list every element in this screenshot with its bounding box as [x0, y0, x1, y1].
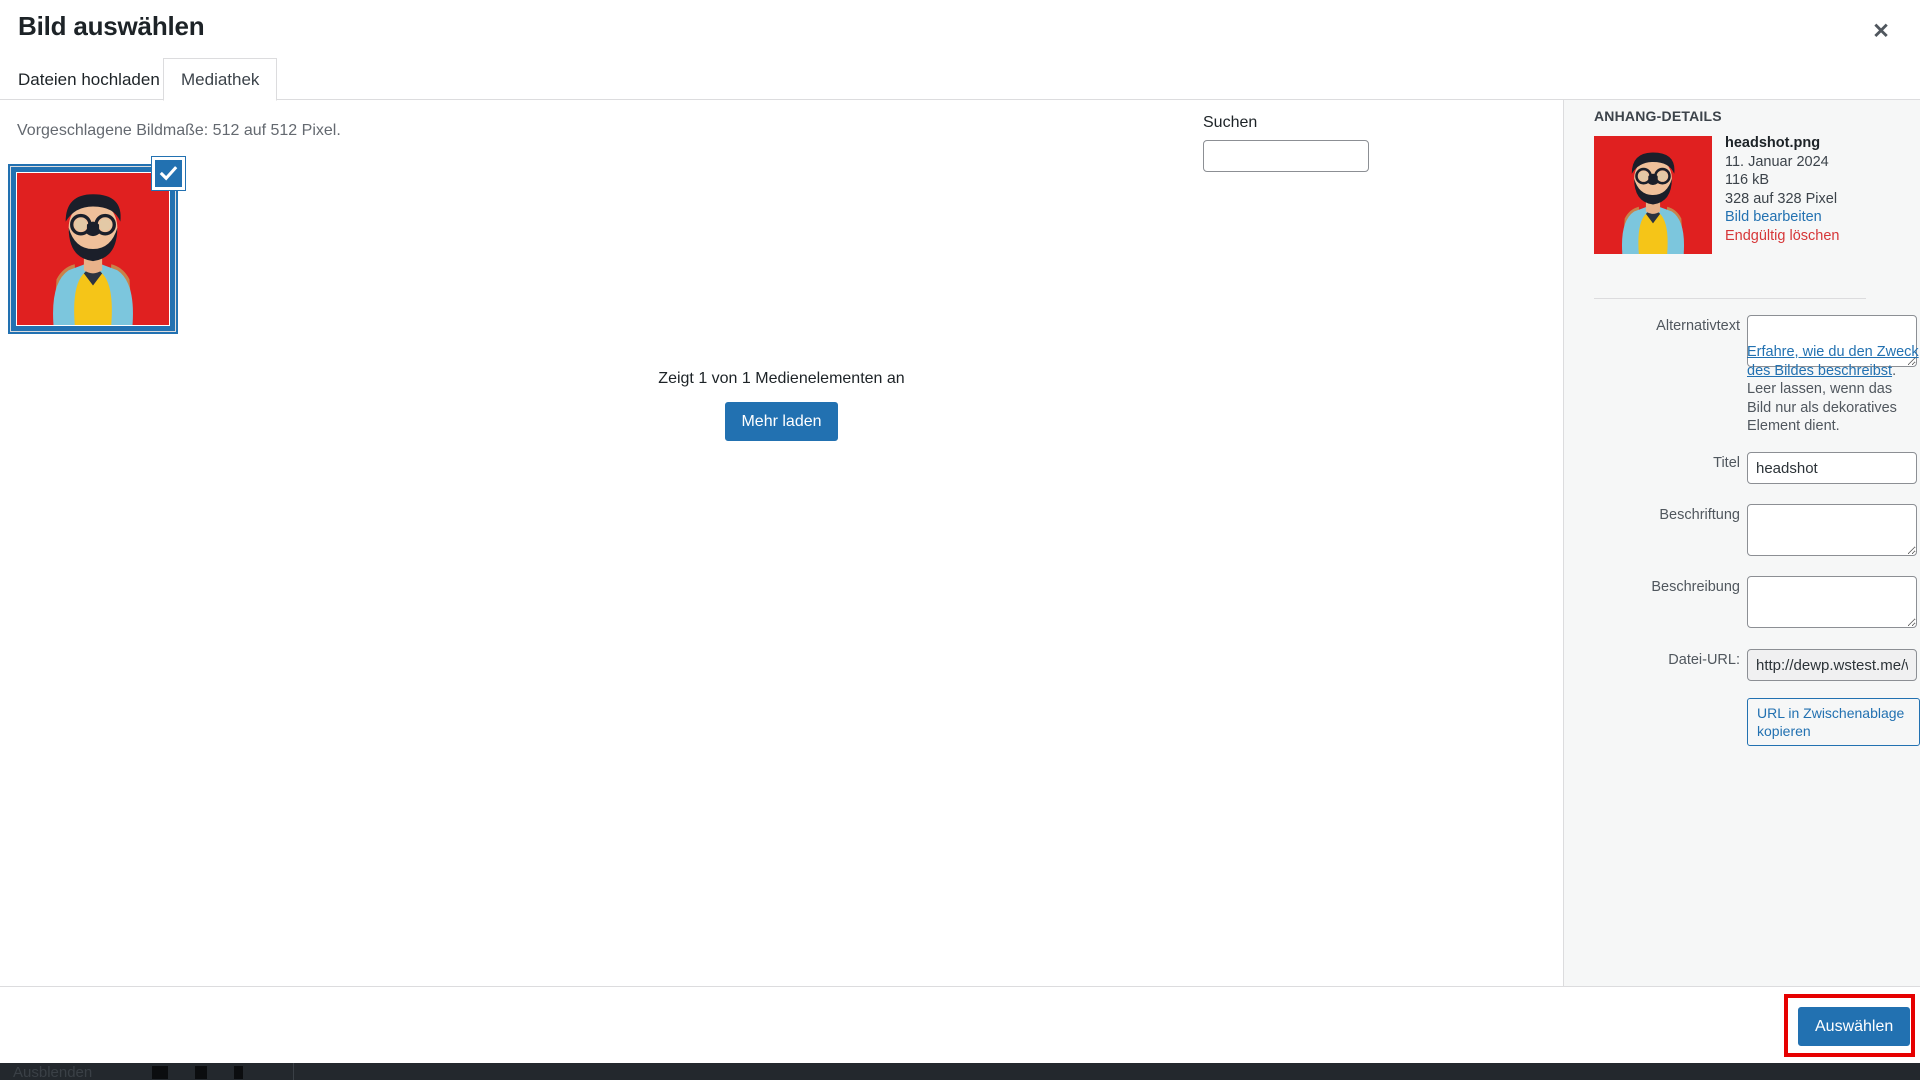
attachment-filesize: 116 kB [1725, 172, 1770, 189]
tab-media-library[interactable]: Mediathek [163, 58, 278, 101]
file-url-label: Datei-URL: [1668, 652, 1740, 668]
caption-input[interactable] [1747, 504, 1917, 556]
title-input[interactable] [1747, 452, 1917, 484]
attachment-metadata: headshot.png 11. Januar 2024 116 kB 328 … [1725, 134, 1900, 246]
alt-text-label: Alternativtext [1656, 318, 1740, 334]
tablet-icon[interactable] [195, 1066, 207, 1079]
modal-tabs: Dateien hochladen Mediathek [0, 58, 1920, 101]
attachment-detail-thumbnail [1594, 136, 1712, 254]
media-count-text: Zeigt 1 von 1 Medienelementen an [658, 370, 905, 387]
load-more-button[interactable]: Mehr laden [725, 402, 838, 442]
mobile-icon[interactable] [234, 1066, 243, 1079]
attachment-thumbnail [17, 173, 169, 325]
search-label: Suchen [1203, 114, 1258, 131]
edit-image-link[interactable]: Bild bearbeiten [1725, 208, 1900, 227]
attachment-info: headshot.png 11. Januar 2024 116 kB 328 … [1594, 135, 1894, 286]
attachment-dimensions: 328 auf 328 Pixel [1725, 190, 1838, 207]
sidebar-divider [1594, 298, 1866, 299]
title-label: Titel [1713, 455, 1740, 471]
desktop-icon[interactable] [152, 1066, 168, 1079]
select-image-modal: Bild auswählen ✕ Dateien hochladen Media… [0, 0, 1920, 1063]
caption-label: Beschriftung [1659, 507, 1740, 523]
select-button[interactable]: Auswählen [1798, 1007, 1911, 1047]
page-title: Bild auswählen [18, 11, 205, 41]
search-input[interactable] [1203, 140, 1369, 172]
description-input[interactable] [1747, 576, 1917, 628]
sidebar-heading: ANHANG-DETAILS [1594, 108, 1722, 124]
close-icon[interactable]: ✕ [1856, 6, 1906, 56]
bottom-toolbar: Ausblenden [0, 1063, 1920, 1080]
file-url-input[interactable] [1747, 649, 1917, 681]
attachment-item-headshot[interactable] [10, 157, 185, 332]
description-label: Beschreibung [1651, 579, 1740, 595]
attachment-filename: headshot.png [1725, 135, 1821, 151]
load-more-area: Zeigt 1 von 1 Medienelementen an Mehr la… [0, 370, 1563, 442]
attachment-date: 11. Januar 2024 [1725, 153, 1829, 170]
delete-permanently-link[interactable]: Endgültig löschen [1725, 227, 1900, 246]
check-icon[interactable] [152, 157, 185, 190]
modal-body: Vorgeschlagene Bildmaße: 512 auf 512 Pix… [0, 100, 1920, 986]
toolbar-divider [293, 1063, 294, 1080]
alt-text-help: Erfahre, wie du den Zweck des Bildes bes… [1747, 343, 1919, 436]
modal-footer [0, 986, 1920, 1063]
copy-url-button[interactable]: URL in Zwischenablage kopieren [1747, 698, 1920, 747]
media-grid-frame: Vorgeschlagene Bildmaße: 512 auf 512 Pix… [0, 100, 1563, 986]
suggested-dimensions-text: Vorgeschlagene Bildmaße: 512 auf 512 Pix… [17, 122, 341, 139]
hide-label[interactable]: Ausblenden [13, 1064, 92, 1080]
attachment-details-sidebar: ANHANG-DETAILS headshot.png 11. Januar 2… [1563, 100, 1920, 986]
tab-upload-files[interactable]: Dateien hochladen [0, 58, 178, 101]
